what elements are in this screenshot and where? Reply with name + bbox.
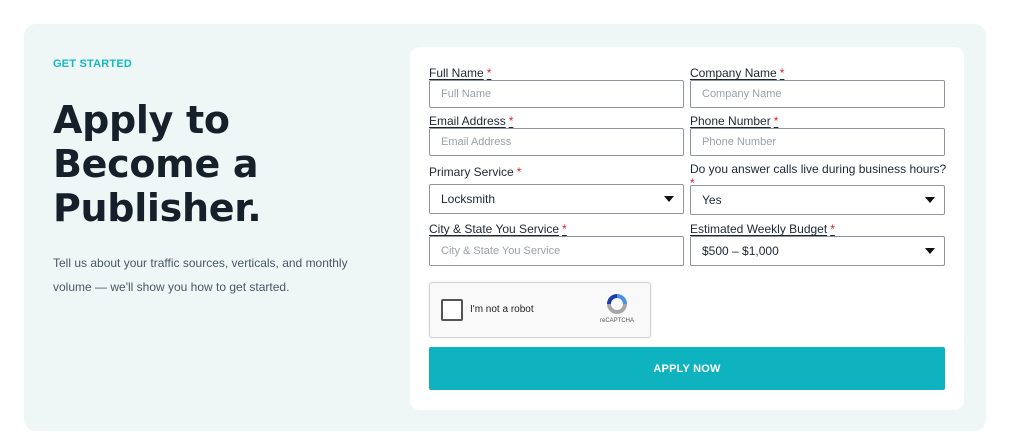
budget-value: $500 – $1,000 — [702, 244, 779, 258]
caret-down-icon — [664, 196, 674, 202]
city-state-input[interactable] — [429, 236, 684, 266]
primary-service-label: Primary Service * — [429, 165, 522, 179]
email-group: Email Address * — [429, 114, 684, 156]
primary-service-value: Locksmith — [441, 192, 496, 206]
city-state-label: City & State You Service * — [429, 222, 567, 236]
full-name-label: Full Name * — [429, 66, 492, 80]
budget-select[interactable]: $500 – $1,000 — [690, 236, 945, 266]
recaptcha-icon — [607, 294, 627, 314]
live-calls-select[interactable]: Yes — [690, 185, 945, 215]
apply-now-button[interactable]: APPLY NOW — [429, 347, 945, 390]
primary-service-select[interactable]: Locksmith — [429, 184, 684, 214]
page-description: Tell us about your traffic sources, vert… — [53, 256, 348, 294]
email-input[interactable] — [429, 128, 684, 156]
hero-text: GET STARTED Apply to Become a Publisher.… — [53, 58, 383, 299]
recaptcha-text: I'm not a robot — [470, 304, 534, 315]
primary-service-group: Primary Service * Locksmith — [429, 165, 684, 214]
phone-label: Phone Number * — [690, 114, 779, 128]
live-calls-label: Do you answer calls live during business… — [690, 162, 947, 190]
page-title: Apply to Become a Publisher. — [53, 98, 262, 230]
recaptcha-checkbox[interactable] — [441, 299, 463, 321]
caret-down-icon — [925, 197, 935, 203]
full-name-input[interactable] — [429, 80, 684, 108]
company-name-group: Company Name * — [690, 66, 945, 108]
caret-down-icon — [925, 248, 935, 254]
full-name-group: Full Name * — [429, 66, 684, 108]
recaptcha-widget: I'm not a robot reCAPTCHA — [429, 282, 651, 338]
company-name-input[interactable] — [690, 80, 945, 108]
phone-input[interactable] — [690, 128, 945, 156]
live-calls-group: Do you answer calls live during business… — [690, 162, 947, 215]
live-calls-value: Yes — [702, 193, 722, 207]
city-state-group: City & State You Service * — [429, 222, 684, 266]
phone-group: Phone Number * — [690, 114, 945, 156]
company-name-label: Company Name * — [690, 66, 785, 80]
eyebrow-label: GET STARTED — [53, 58, 132, 70]
recaptcha-brand: reCAPTCHA — [599, 318, 634, 324]
budget-group: Estimated Weekly Budget * $500 – $1,000 — [690, 222, 945, 266]
budget-label: Estimated Weekly Budget * — [690, 222, 835, 236]
email-label: Email Address * — [429, 114, 514, 128]
